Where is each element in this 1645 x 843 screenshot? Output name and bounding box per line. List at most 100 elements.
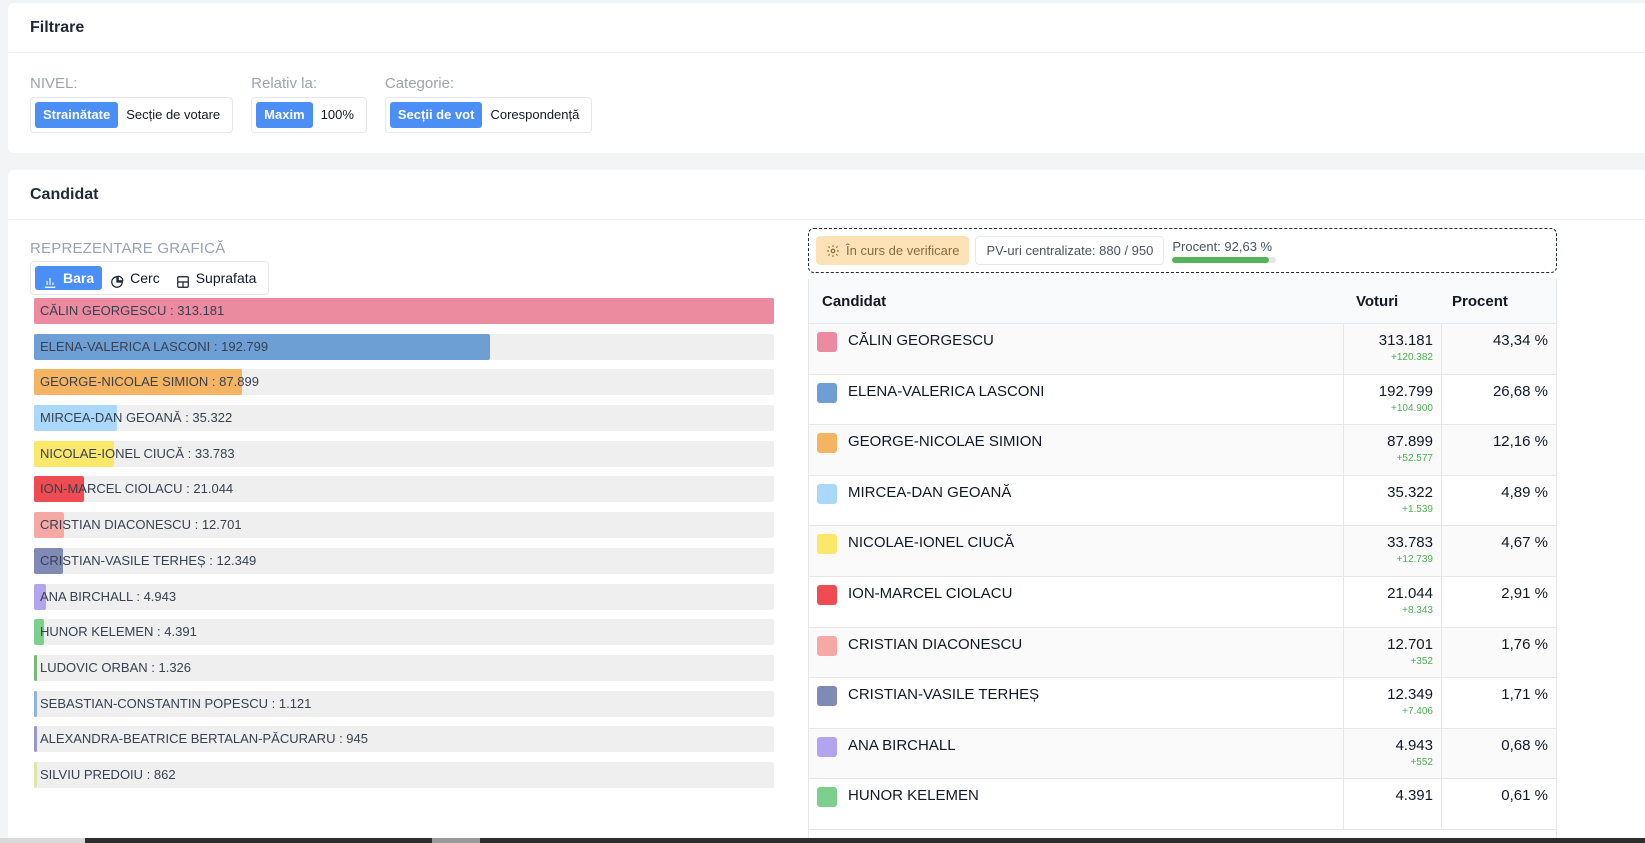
votes-value: 12.349 [1387,686,1433,704]
cell-votes: 33.783 +12.739 [1344,526,1442,576]
cell-votes: 12.349 +7.406 [1344,678,1442,728]
chart-type-label: Suprafata [195,270,257,286]
table-row[interactable]: ELENA-VALERICA LASCONI 192.799 +104.900 26,… [809,374,1556,426]
bar-row[interactable]: SEBASTIAN-CONSTANTIN POPESCU : 1.121 [34,690,774,717]
chart-label: REPREZENTARE GRAFICĂ [30,240,226,257]
color-swatch [817,332,837,352]
table-row[interactable]: GEORGE-NICOLAE SIMION 87.899 +52.577 12,16 … [809,425,1556,476]
bar-label: CĂLIN GEORGESCU : 313.181 [40,303,225,318]
scrollbar-thumb[interactable] [432,838,480,843]
filter-option[interactable]: Strainătate [35,102,119,128]
filter-segment: Secții de vot Corespondență [384,97,593,133]
candidate-name: CĂLIN GEORGESCU [848,332,994,349]
votes-delta: +12.739 [1396,554,1433,566]
candidate-name: CRISTIAN DIACONESCU [848,635,1023,653]
bar-row[interactable]: CRISTIAN-VASILE TERHEȘ : 12.349 [34,547,774,574]
cell-votes: 4.391 [1344,779,1442,829]
cell-percent: 1,76 % [1501,635,1548,653]
status-badge: În curs de verificare [816,236,970,265]
candidate-name: MIRCEA-DAN GEOANĂ [848,483,1012,501]
bar-row[interactable]: ALEXANDRA-BEATRICE BERTALAN-PĂCURARU : 9… [34,726,774,753]
bar-row[interactable]: GEORGE-NICOLAE SIMION : 87.899 [34,369,774,396]
votes-delta: +552 [1410,756,1433,768]
votes-value: 21.044 [1387,584,1433,602]
filter-group-2: Categorie: Secții de vot Corespondență [384,75,593,133]
color-swatch [817,584,837,605]
votes-delta: +104.900 [1391,402,1433,414]
candidate-name: NICOLAE-IONEL CIUCĂ [848,534,1015,552]
candidate-name: ANA BIRCHALL [848,736,956,754]
candidate-name: ION-MARCEL CIOLACU [848,584,1013,602]
bar-row[interactable]: ANA BIRCHALL : 4.943 [34,583,774,610]
bar-value: 192.799 [221,338,269,354]
percent-track [1172,256,1277,263]
table-row[interactable]: ANA BIRCHALL 4.943 +552 0,68 % [809,728,1556,780]
bar-value: 12.701 [201,517,242,533]
bar-category: CRISTIAN-VASILE TERHEȘ [40,552,206,568]
bar-label: CRISTIAN-VASILE TERHEȘ : 12.349 [40,552,257,568]
bar-value: 35.322 [192,410,233,426]
cell-percent: 43,34 % [1492,332,1548,349]
bar-row[interactable]: CĂLIN GEORGESCU : 313.181 [34,298,774,324]
bar-row[interactable]: CRISTIAN DIACONESCU : 12.701 [34,512,774,539]
bar-row[interactable]: LUDOVIC ORBAN : 1.326 [34,654,774,681]
table-row[interactable]: CRISTIAN-VASILE TERHEȘ 12.349 +7.406 1,71 % [809,678,1556,729]
bar-row[interactable]: ELENA-VALERICA LASCONI : 192.799 [34,333,774,360]
votes-delta: +352 [1410,655,1433,667]
cell-candidate: CRISTIAN DIACONESCU [809,627,1344,678]
cell-percent: 1,71 % [1501,686,1548,704]
bar-row[interactable]: NICOLAE-IONEL CIUCĂ : 33.783 [34,440,774,467]
cell-candidate: GEORGE-NICOLAE SIMION [809,425,1344,475]
table-row[interactable]: NICOLAE-IONEL CIUCĂ 33.783 +12.739 4,67 % [809,526,1556,577]
cell-candidate: ELENA-VALERICA LASCONI [809,374,1344,425]
bar [34,726,37,753]
bar-value: 1.121 [278,695,312,711]
cell-percent: 0,68 % [1501,736,1548,754]
chart-type-label: Cerc [130,270,160,286]
filter-option[interactable]: 100% [313,102,362,128]
chart-type-0[interactable]: Bara [35,266,103,290]
cell-percent: 4,89 % [1501,483,1548,501]
bar-category: HUNOR KELEMEN [40,624,154,640]
cell-percent: 0,61 % [1501,787,1548,805]
cell-candidate: MIRCEA-DAN GEOANĂ [809,475,1344,526]
chart-type-1[interactable]: Cerc [102,266,168,290]
table-row[interactable]: CRISTIAN DIACONESCU 12.701 +352 1,76 % [809,627,1556,679]
bar-row[interactable]: MIRCEA-DAN GEOANĂ : 35.322 [34,405,774,432]
filter-option[interactable]: Maxim [256,102,313,128]
filter-option[interactable]: Corespondență [482,102,587,128]
bar-label: SILVIU PREDOIU : 862 [40,766,176,782]
bar-label: SEBASTIAN-CONSTANTIN POPESCU : 1.121 [40,695,312,711]
bar-label: ANA BIRCHALL : 4.943 [40,588,177,604]
cell-votes: 313.181 +120.382 [1344,324,1442,374]
cell-votes: 192.799 +104.900 [1344,374,1442,425]
bar-row[interactable]: ION-MARCEL CIOLACU : 21.044 [34,476,774,503]
chart-type-2[interactable]: Suprafata [168,266,265,290]
horizontal-scrollbar[interactable] [0,838,1645,843]
bar-category: CRISTIAN DIACONESCU [40,517,191,533]
filter-option[interactable]: Secție de votare [118,102,228,128]
votes-value: 87.899 [1387,433,1433,451]
bar-label: NICOLAE-IONEL CIUCĂ : 33.783 [40,445,235,461]
bar-value: 862 [153,766,176,782]
bar [34,654,38,681]
table-row[interactable]: ION-MARCEL CIOLACU 21.044 +8.343 2,91 % [809,576,1556,628]
header-procent[interactable]: Procent [1442,293,1556,310]
filter-option[interactable]: Secții de vot [389,102,483,128]
bar-row[interactable]: SILVIU PREDOIU : 862 [34,761,774,788]
table-row[interactable]: CĂLIN GEORGESCU 313.181 +120.382 43,34 % [809,324,1556,375]
table-row[interactable]: HUNOR KELEMEN 4.391 0,61 % [809,779,1556,830]
cell-candidate: CRISTIAN-VASILE TERHEȘ [809,678,1344,728]
cell-votes: 87.899 +52.577 [1344,425,1442,475]
color-swatch [817,433,837,454]
bar [34,761,37,788]
table-row[interactable]: MIRCEA-DAN GEOANĂ 35.322 +1.539 4,89 % [809,475,1556,527]
header-candidat[interactable]: Candidat [809,293,1344,310]
votes-delta: +1.539 [1402,503,1433,515]
bar-row[interactable]: HUNOR KELEMEN : 4.391 [34,619,774,646]
header-voturi[interactable]: Voturi [1344,293,1442,310]
votes-value: 313.181 [1378,332,1433,349]
results-table: Candidat Voturi Procent CĂLIN GEORGESCU 3… [808,279,1557,843]
bar-value: 1.326 [158,659,192,675]
bar-label: LUDOVIC ORBAN : 1.326 [40,659,192,675]
